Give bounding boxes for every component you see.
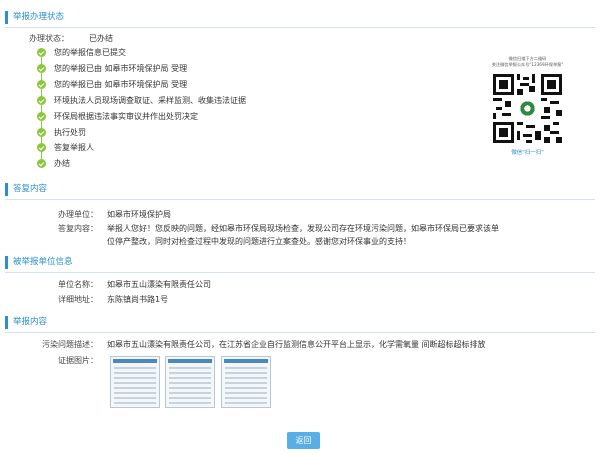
unit-name-value: 如皋市五山漂染有限责任公司 bbox=[107, 280, 211, 289]
progress-step: 执行处罚 bbox=[37, 127, 86, 138]
check-circle-icon bbox=[37, 143, 46, 152]
check-circle-icon bbox=[37, 159, 46, 168]
unit-address-label: 详细地址： bbox=[58, 295, 98, 304]
evidence-image-thumbnail[interactable] bbox=[221, 356, 271, 408]
wechat-qr-panel: 微信扫描下方二维码 关注微信举报公众号"12369环保举报" 微信"扫一扫" bbox=[490, 56, 565, 156]
qr-footer: 微信"扫一扫" bbox=[511, 150, 544, 156]
evidence-image-thumbnail[interactable] bbox=[165, 356, 215, 408]
progress-step: 答复举报人 bbox=[37, 142, 94, 153]
progress-step: 环境执法人员现场调查取证、采样监测、收集违法证据 bbox=[37, 95, 246, 106]
report-desc-value: 如皋市五山漂染有限责任公司，在江苏省企业自行监测信息公开平台上显示，化学需氧量 … bbox=[107, 340, 486, 349]
progress-step: 您的举报信息已提交 bbox=[37, 47, 126, 58]
reply-content-line: 位停产整改，同时对检查过程中发现的问题进行立案查处。感谢您对环保事业的支持！ bbox=[107, 237, 411, 246]
reply-content-label: 答复内容： bbox=[58, 224, 98, 233]
progress-step: 您的举报已由 如皋市环境保护局 受理 bbox=[37, 79, 187, 90]
status-section-title: 举报办理状态 bbox=[5, 11, 595, 28]
qr-code-icon bbox=[490, 71, 565, 146]
check-circle-icon bbox=[37, 96, 46, 105]
progress-step: 环保局根据违法事实审议并作出处罚决定 bbox=[37, 111, 198, 122]
evidence-images-label: 证据图片： bbox=[58, 356, 98, 365]
evidence-image-thumbnail[interactable] bbox=[110, 356, 160, 408]
reply-section-title: 答复内容 bbox=[5, 183, 595, 200]
qr-caption: 关注微信举报公众号"12369环保举报" bbox=[491, 62, 564, 67]
unit-name-label: 单位名称： bbox=[58, 280, 98, 289]
reply-content-line: 举报人您好！您反映的问题，经如皋市环保局现场检查，发现公司存在环境污染问题，如皋… bbox=[107, 224, 499, 233]
back-button[interactable]: 返回 bbox=[287, 432, 320, 449]
status-label: 办理状态： bbox=[29, 34, 69, 43]
check-circle-icon bbox=[37, 128, 46, 137]
unit-section-title: 被举报单位信息 bbox=[5, 256, 595, 273]
status-value: 已办结 bbox=[89, 34, 113, 43]
report-section-title: 举报内容 bbox=[5, 316, 595, 333]
progress-step: 办结 bbox=[37, 158, 70, 169]
progress-step: 您的举报已由 如皋市环境保护局 受理 bbox=[37, 63, 187, 74]
check-circle-icon bbox=[37, 80, 46, 89]
check-circle-icon bbox=[37, 112, 46, 121]
unit-address-value: 东陈镇尚书路1号 bbox=[107, 295, 169, 304]
check-circle-icon bbox=[37, 48, 46, 57]
reply-unit-label: 办理单位： bbox=[58, 210, 98, 219]
report-desc-label: 污染问题描述： bbox=[42, 340, 98, 349]
check-circle-icon bbox=[37, 64, 46, 73]
reply-unit-value: 如皋市环境保护局 bbox=[107, 210, 171, 219]
